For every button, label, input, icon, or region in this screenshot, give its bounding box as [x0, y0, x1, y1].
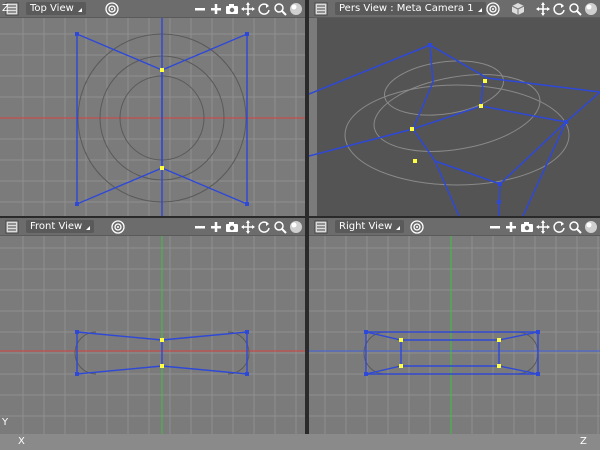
modeler-window: Top View Z Pers View: Meta Camera 1 Fro…	[0, 0, 600, 450]
zoom-in-icon[interactable]	[208, 2, 223, 17]
magnify-icon[interactable]	[567, 2, 582, 17]
top-viewport[interactable]: Top View Z	[0, 0, 305, 216]
rotate-icon[interactable]	[256, 2, 271, 17]
zoom-out-icon[interactable]	[487, 220, 502, 235]
view-target-icon[interactable]	[485, 2, 500, 17]
perspective-canvas[interactable]	[309, 18, 600, 216]
rotate-icon[interactable]	[551, 220, 566, 235]
viewport-tools	[487, 219, 598, 235]
viewport-title[interactable]: Top View	[26, 2, 86, 15]
viewport-header: Top View	[0, 0, 305, 18]
view-menu-icon[interactable]	[4, 219, 19, 234]
perspective-viewport[interactable]: Pers View : Meta Camera 1	[309, 0, 600, 216]
move-icon[interactable]	[240, 220, 255, 235]
cube-icon[interactable]	[510, 2, 525, 17]
viewport-title[interactable]: Front View	[26, 220, 95, 233]
wireframe	[76, 18, 248, 216]
zoom-in-icon[interactable]	[503, 220, 518, 235]
viewport-tools	[192, 219, 303, 235]
shading-sphere-icon[interactable]	[288, 220, 303, 235]
camera-icon[interactable]	[224, 220, 239, 235]
bottom-axis-strip: X Z	[0, 434, 600, 450]
x-axis-label: X	[18, 436, 25, 447]
shading-sphere-icon[interactable]	[583, 220, 598, 235]
view-target-icon[interactable]	[110, 220, 125, 235]
rotate-icon[interactable]	[256, 220, 271, 235]
front-viewport[interactable]: Front View Y	[0, 218, 305, 434]
top-view-canvas[interactable]	[0, 18, 305, 216]
rotate-icon[interactable]	[551, 2, 566, 17]
y-axis-label: Y	[2, 417, 9, 428]
camera-icon[interactable]	[519, 220, 534, 235]
right-viewport[interactable]: Right View	[309, 218, 600, 434]
viewport-title[interactable]: Pers View : Meta Camera 1	[335, 2, 486, 15]
view-target-icon[interactable]	[104, 2, 119, 17]
view-menu-icon[interactable]	[313, 1, 328, 16]
magnify-icon[interactable]	[272, 220, 287, 235]
camera-icon[interactable]	[224, 2, 239, 17]
zoom-out-icon[interactable]	[192, 2, 207, 17]
view-menu-icon[interactable]	[313, 219, 328, 234]
z-axis-label: Z	[580, 436, 587, 447]
move-icon[interactable]	[240, 2, 255, 17]
magnify-icon[interactable]	[567, 220, 582, 235]
viewport-tools	[485, 1, 598, 17]
z-axis-label: Z	[2, 3, 9, 14]
viewport-header: Front View	[0, 218, 305, 236]
viewport-title[interactable]: Right View	[335, 220, 405, 233]
viewport-header: Right View	[309, 218, 600, 236]
right-view-canvas[interactable]	[309, 236, 600, 434]
viewport-left-tools	[104, 1, 119, 17]
front-view-canvas[interactable]	[0, 236, 305, 434]
move-icon[interactable]	[535, 2, 550, 17]
zoom-out-icon[interactable]	[192, 220, 207, 235]
viewport-tools	[192, 1, 303, 17]
grid	[0, 236, 305, 434]
viewport-left-tools	[110, 219, 125, 235]
view-target-icon[interactable]	[409, 220, 424, 235]
grid	[0, 18, 305, 216]
viewport-left-tools	[409, 219, 424, 235]
move-icon[interactable]	[535, 220, 550, 235]
magnify-icon[interactable]	[272, 2, 287, 17]
shading-sphere-icon[interactable]	[583, 2, 598, 17]
grid	[309, 236, 600, 434]
shading-sphere-icon[interactable]	[288, 2, 303, 17]
zoom-in-icon[interactable]	[208, 220, 223, 235]
viewport-header: Pers View : Meta Camera 1	[309, 0, 600, 18]
